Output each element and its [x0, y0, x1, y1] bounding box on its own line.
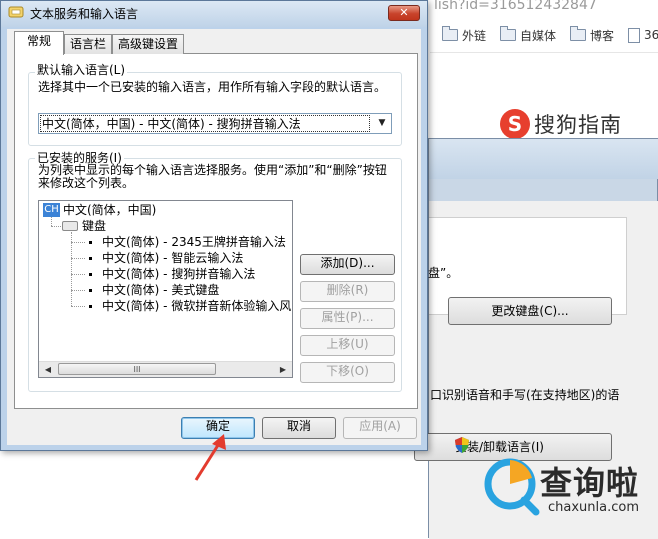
uac-shield-icon	[455, 437, 469, 453]
tree-node-service-us-keyboard[interactable]: 中文(简体) - 美式键盘	[102, 282, 219, 298]
watermark-domain: chaxunla.com	[548, 500, 639, 515]
bookmark-360[interactable]: 360	[628, 26, 658, 44]
tree-connector	[71, 290, 85, 291]
default-language-group-title: 默认输入语言(L)	[35, 61, 128, 78]
tree-node-service-ms-pinyin[interactable]: 中文(简体) - 微软拼音新体验输入风	[102, 298, 292, 314]
address-bar-url[interactable]: lish?id=316512432847	[434, 0, 597, 13]
add-service-button[interactable]: 添加(D)...	[300, 254, 395, 275]
tab-general[interactable]: 常规	[14, 31, 64, 55]
keyboard-language-icon	[8, 6, 24, 18]
tree-connector	[71, 242, 85, 243]
tab-language-bar[interactable]: 语言栏	[64, 34, 112, 54]
bullet-icon	[89, 257, 92, 260]
language-ch-icon: CH	[43, 203, 60, 217]
installed-services-description: 为列表中显示的每个输入语言选择服务。使用“添加”和“删除”按钮来修改这个列表。	[38, 163, 387, 190]
tree-connector	[51, 217, 52, 226]
dialog-close-button[interactable]: ✕	[388, 5, 420, 21]
bullet-icon	[89, 273, 92, 276]
background-window-frame	[429, 139, 658, 179]
bookmark-boke[interactable]: 博客	[570, 26, 614, 44]
sogou-logo-icon: S	[500, 109, 530, 139]
watermark-text: 查询啦	[540, 464, 640, 502]
bookmarks-divider	[430, 52, 658, 53]
sogou-guide-logo[interactable]: S 搜狗指南	[500, 108, 622, 140]
bullet-icon	[89, 289, 92, 292]
tree-node-service-smart-cloud[interactable]: 中文(简体) - 智能云输入法	[102, 250, 243, 266]
chevron-down-icon[interactable]: ▼	[375, 116, 389, 131]
tree-connector	[71, 306, 85, 307]
tree-node-service-sogou[interactable]: 中文(简体) - 搜狗拼音输入法	[102, 266, 255, 282]
tree-connector	[71, 258, 85, 259]
change-keyboard-button[interactable]: 更改键盘(C)...	[448, 297, 612, 325]
dialog-title: 文本服务和输入语言	[30, 7, 139, 21]
bookmark-waillian[interactable]: 外链	[442, 26, 486, 44]
bullet-icon	[89, 241, 92, 244]
background-window-text-keyboard: 盘”。	[428, 266, 459, 280]
tree-connector	[51, 226, 61, 227]
move-up-button[interactable]: 上移(U)	[300, 335, 395, 356]
folder-icon	[442, 26, 458, 41]
tab-advanced-key-settings[interactable]: 高级键设置	[112, 34, 184, 54]
bookmark-zimeiti[interactable]: 自媒体	[500, 26, 556, 44]
tree-node-service-2345[interactable]: 中文(简体) - 2345王牌拼音输入法	[102, 234, 286, 250]
bookmarks-bar: 外链 自媒体 博客 360	[442, 26, 658, 44]
move-down-button[interactable]: 下移(O)	[300, 362, 395, 383]
apply-button[interactable]: 应用(A)	[343, 417, 417, 439]
tree-connector	[71, 232, 72, 306]
keyboard-icon	[62, 221, 78, 231]
bullet-icon	[89, 305, 92, 308]
properties-button[interactable]: 属性(P)...	[300, 308, 395, 329]
tree-node-keyboard[interactable]: 键盘	[82, 218, 106, 234]
annotation-arrow-icon	[194, 434, 226, 481]
remove-service-button[interactable]: 删除(R)	[300, 281, 395, 302]
cancel-button[interactable]: 取消	[262, 417, 336, 439]
tree-connector	[71, 274, 85, 275]
page-icon	[628, 27, 641, 43]
folder-icon	[570, 26, 587, 41]
background-window-text-speech: 口识别语音和手写(在支持地区)的语	[430, 388, 620, 402]
folder-icon	[500, 26, 517, 41]
default-language-selected-value[interactable]: 中文(简体，中国) - 中文(简体) - 搜狗拼音输入法	[40, 115, 370, 132]
default-language-description: 选择其中一个已安装的输入语言，用作所有输入字段的默认语言。	[38, 80, 387, 94]
scrollbar-thumb[interactable]: III	[58, 363, 216, 375]
scroll-right-icon[interactable]: ▶	[275, 362, 291, 377]
scroll-left-icon[interactable]: ◀	[40, 362, 56, 377]
tree-node-chinese-simplified[interactable]: 中文(简体，中国)	[63, 202, 156, 218]
